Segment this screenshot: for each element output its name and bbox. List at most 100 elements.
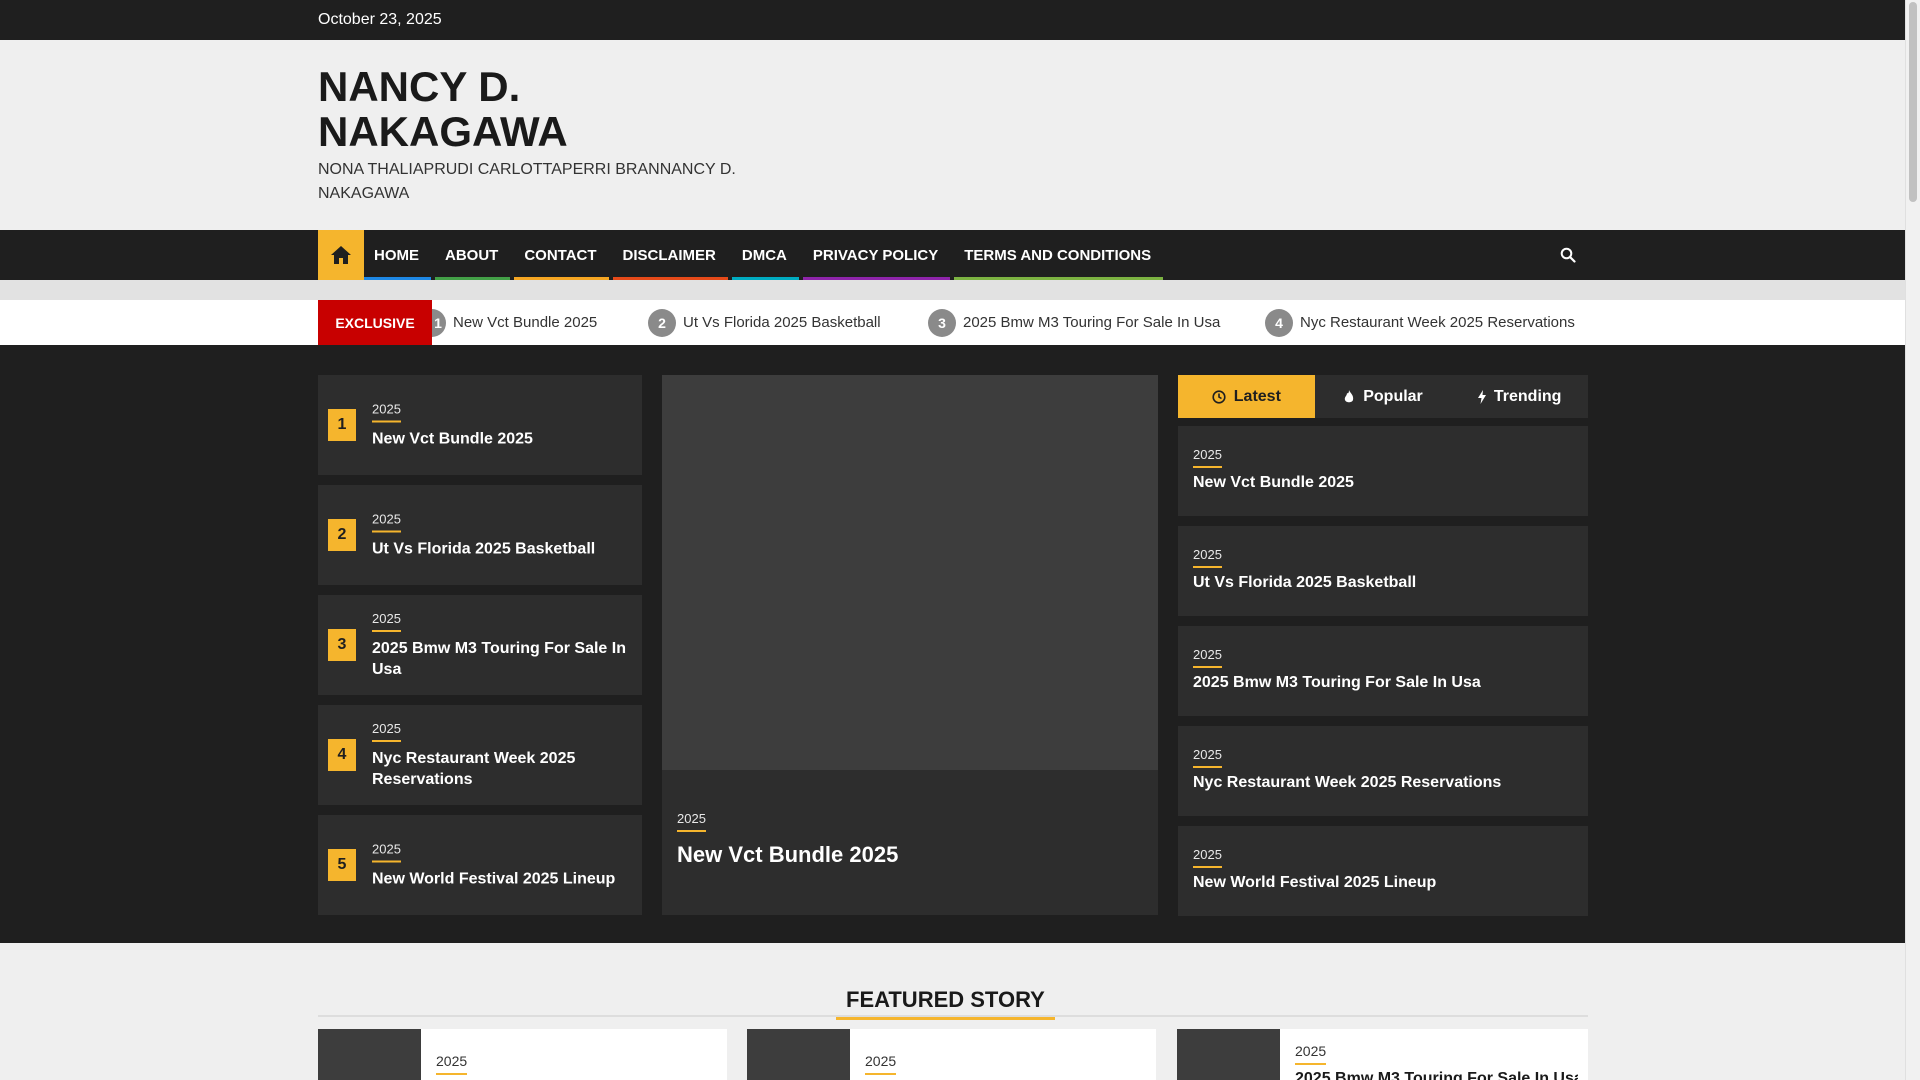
ticker-item[interactable]: 2 Ut Vs Florida 2025 Basketball <box>648 300 881 345</box>
nav-item-terms[interactable]: TERMS AND CONDITIONS <box>954 230 1164 280</box>
nav-item-label: ABOUT <box>445 246 499 264</box>
ticker-number: 4 <box>1265 308 1293 337</box>
category-link[interactable]: 2025 <box>372 721 401 742</box>
post-title-link[interactable]: New World Festival 2025 Lineup <box>1193 874 1573 892</box>
category-link[interactable]: 2025 <box>1193 747 1222 768</box>
trending-list: 1 2025 New Vct Bundle 2025 2 2025 Ut Vs … <box>318 375 642 925</box>
current-date: October 23, 2025 <box>318 11 442 28</box>
featured-thumbnail[interactable] <box>747 1029 850 1080</box>
nav-underline <box>731 277 799 280</box>
ticker-title: Ut Vs Florida 2025 Basketball <box>683 314 881 331</box>
rank-badge: 5 <box>328 849 356 881</box>
category-link[interactable]: 2025 <box>1193 647 1222 668</box>
post-title-link[interactable]: New Vct Bundle 2025 <box>1193 474 1573 492</box>
tab-popular[interactable]: Popular <box>1315 375 1452 418</box>
list-item: 3 2025 2025 Bmw M3 Touring For Sale In U… <box>318 595 642 695</box>
ticker-title: Nyc Restaurant Week 2025 Reservations <box>1300 314 1575 331</box>
ticker-item[interactable]: 1 New Vct Bundle 2025 <box>432 300 597 345</box>
category-link[interactable]: 2025 <box>372 611 401 632</box>
scrollbar-thumb[interactable] <box>1909 2 1917 202</box>
tab-trending[interactable]: Trending <box>1451 375 1588 418</box>
main-post: 2025 New Vct Bundle 2025 <box>662 375 1158 915</box>
list-item: 2025 New Vct Bundle 2025 <box>1178 426 1588 516</box>
search-button[interactable] <box>1548 230 1588 280</box>
nav-item-about[interactable]: ABOUT <box>435 230 511 280</box>
ticker-item[interactable]: 4 Nyc Restaurant Week 2025 Reservations <box>1265 300 1575 345</box>
tab-label: Latest <box>1233 387 1281 405</box>
list-item: 4 2025 Nyc Restaurant Week 2025 Reservat… <box>318 705 642 805</box>
nav-underline <box>802 277 951 280</box>
main-navigation: HOME ABOUT CONTACT DISCLAIMER DMCA PRIVA… <box>0 230 1905 280</box>
category-link[interactable]: 2025 <box>1193 847 1222 868</box>
main-post-thumbnail[interactable] <box>662 375 1158 770</box>
rank-badge: 1 <box>328 409 356 441</box>
top-bar: October 23, 2025 <box>0 0 1905 40</box>
rank-badge: 3 <box>328 629 356 661</box>
ticker-number: 1 <box>432 308 446 337</box>
rank-badge: 2 <box>328 519 356 551</box>
category-link[interactable]: 2025 <box>677 811 706 832</box>
list-item: 2025 Nyc Restaurant Week 2025 Reservatio… <box>1178 726 1588 816</box>
category-link[interactable]: 2025 <box>1193 547 1222 568</box>
list-item: 2025 2025 Bmw M3 Touring For Sale In Usa <box>1178 626 1588 716</box>
featured-card: 2025 2025 Bmw M3 Touring For Sale In Usa <box>1177 1029 1588 1080</box>
nav-item-disclaimer[interactable]: DISCLAIMER <box>612 230 728 280</box>
nav-item-label: TERMS AND CONDITIONS <box>964 246 1152 264</box>
nav-item-home[interactable]: HOME <box>364 230 431 280</box>
category-link[interactable]: 2025 <box>436 1053 468 1075</box>
category-link[interactable]: 2025 <box>372 402 401 423</box>
home-icon <box>331 246 351 264</box>
ticker-number: 3 <box>928 308 956 337</box>
list-item: 2025 Ut Vs Florida 2025 Basketball <box>1178 526 1588 616</box>
post-title-link[interactable]: Ut Vs Florida 2025 Basketball <box>1193 574 1573 592</box>
category-link[interactable]: 2025 <box>865 1053 897 1075</box>
ticker-item[interactable]: 3 2025 Bmw M3 Touring For Sale In Usa <box>928 300 1220 345</box>
ticker-title: New Vct Bundle 2025 <box>453 314 598 331</box>
site-title[interactable]: NANCY D. NAKAGAWA <box>318 64 738 154</box>
post-title-link[interactable]: Nyc Restaurant Week 2025 Reservations <box>372 748 630 790</box>
nav-item-label: DISCLAIMER <box>622 246 716 264</box>
post-title-link[interactable]: New World Festival 2025 Lineup <box>372 869 630 890</box>
category-link[interactable]: 2025 <box>1193 447 1222 468</box>
home-icon-button[interactable] <box>318 230 364 280</box>
search-icon <box>1560 247 1576 263</box>
tabbed-posts: Latest Popular Trending 2025 New Vct Bun… <box>1178 375 1588 926</box>
ticker-number: 2 <box>648 308 676 337</box>
tab-latest[interactable]: Latest <box>1178 375 1315 418</box>
nav-item-label: HOME <box>374 246 419 264</box>
page-scrollbar[interactable] <box>1905 0 1920 1080</box>
nav-item-contact[interactable]: CONTACT <box>514 230 609 280</box>
post-title-link[interactable]: 2025 Bmw M3 Touring For Sale In Usa <box>1295 1070 1578 1080</box>
nav-menu: HOME ABOUT CONTACT DISCLAIMER DMCA PRIVA… <box>364 230 1167 280</box>
nav-item-dmca[interactable]: DMCA <box>731 230 799 280</box>
tab-label: Popular <box>1363 387 1423 405</box>
featured-heading-bar: FEATURED STORY <box>318 987 1588 1020</box>
post-title-link[interactable]: Ut Vs Florida 2025 Basketball <box>372 539 630 560</box>
nav-item-label: DMCA <box>741 246 787 264</box>
nav-underline <box>514 277 609 280</box>
fire-icon <box>1345 389 1354 402</box>
exclusive-label: EXCLUSIVE <box>318 300 432 345</box>
nav-item-privacy-policy[interactable]: PRIVACY POLICY <box>802 230 951 280</box>
category-link[interactable]: 2025 <box>1295 1043 1327 1065</box>
post-title-link[interactable]: New Vct Bundle 2025 <box>372 429 630 450</box>
list-item: 1 2025 New Vct Bundle 2025 <box>318 375 642 475</box>
post-title-link[interactable]: 2025 Bmw M3 Touring For Sale In Usa <box>372 638 630 680</box>
bolt-icon <box>1477 389 1486 404</box>
site-description: NONA THALIAPRUDI CARLOTTAPERRI BRANNANCY… <box>318 161 736 202</box>
main-post-title[interactable]: New Vct Bundle 2025 <box>677 842 1143 868</box>
category-link[interactable]: 2025 <box>372 512 401 533</box>
featured-heading: FEATURED STORY <box>836 987 1055 1020</box>
post-title-link[interactable]: 2025 Bmw M3 Touring For Sale In Usa <box>1193 674 1573 692</box>
clock-icon <box>1212 389 1226 404</box>
list-item: 2025 New World Festival 2025 Lineup <box>1178 826 1588 916</box>
featured-thumbnail[interactable] <box>1177 1029 1280 1080</box>
category-link[interactable]: 2025 <box>372 842 401 863</box>
post-title-link[interactable]: Nyc Restaurant Week 2025 Reservations <box>1193 774 1573 792</box>
main-section: 1 2025 New Vct Bundle 2025 2 2025 Ut Vs … <box>0 345 1905 943</box>
nav-item-label: CONTACT <box>524 246 597 264</box>
featured-section: FEATURED STORY 2025 2025 2025 2025 Bmw M… <box>0 943 1905 1080</box>
featured-thumbnail[interactable] <box>318 1029 421 1080</box>
nav-item-label: PRIVACY POLICY <box>812 246 939 264</box>
post-tabs: Latest Popular Trending <box>1178 375 1588 418</box>
